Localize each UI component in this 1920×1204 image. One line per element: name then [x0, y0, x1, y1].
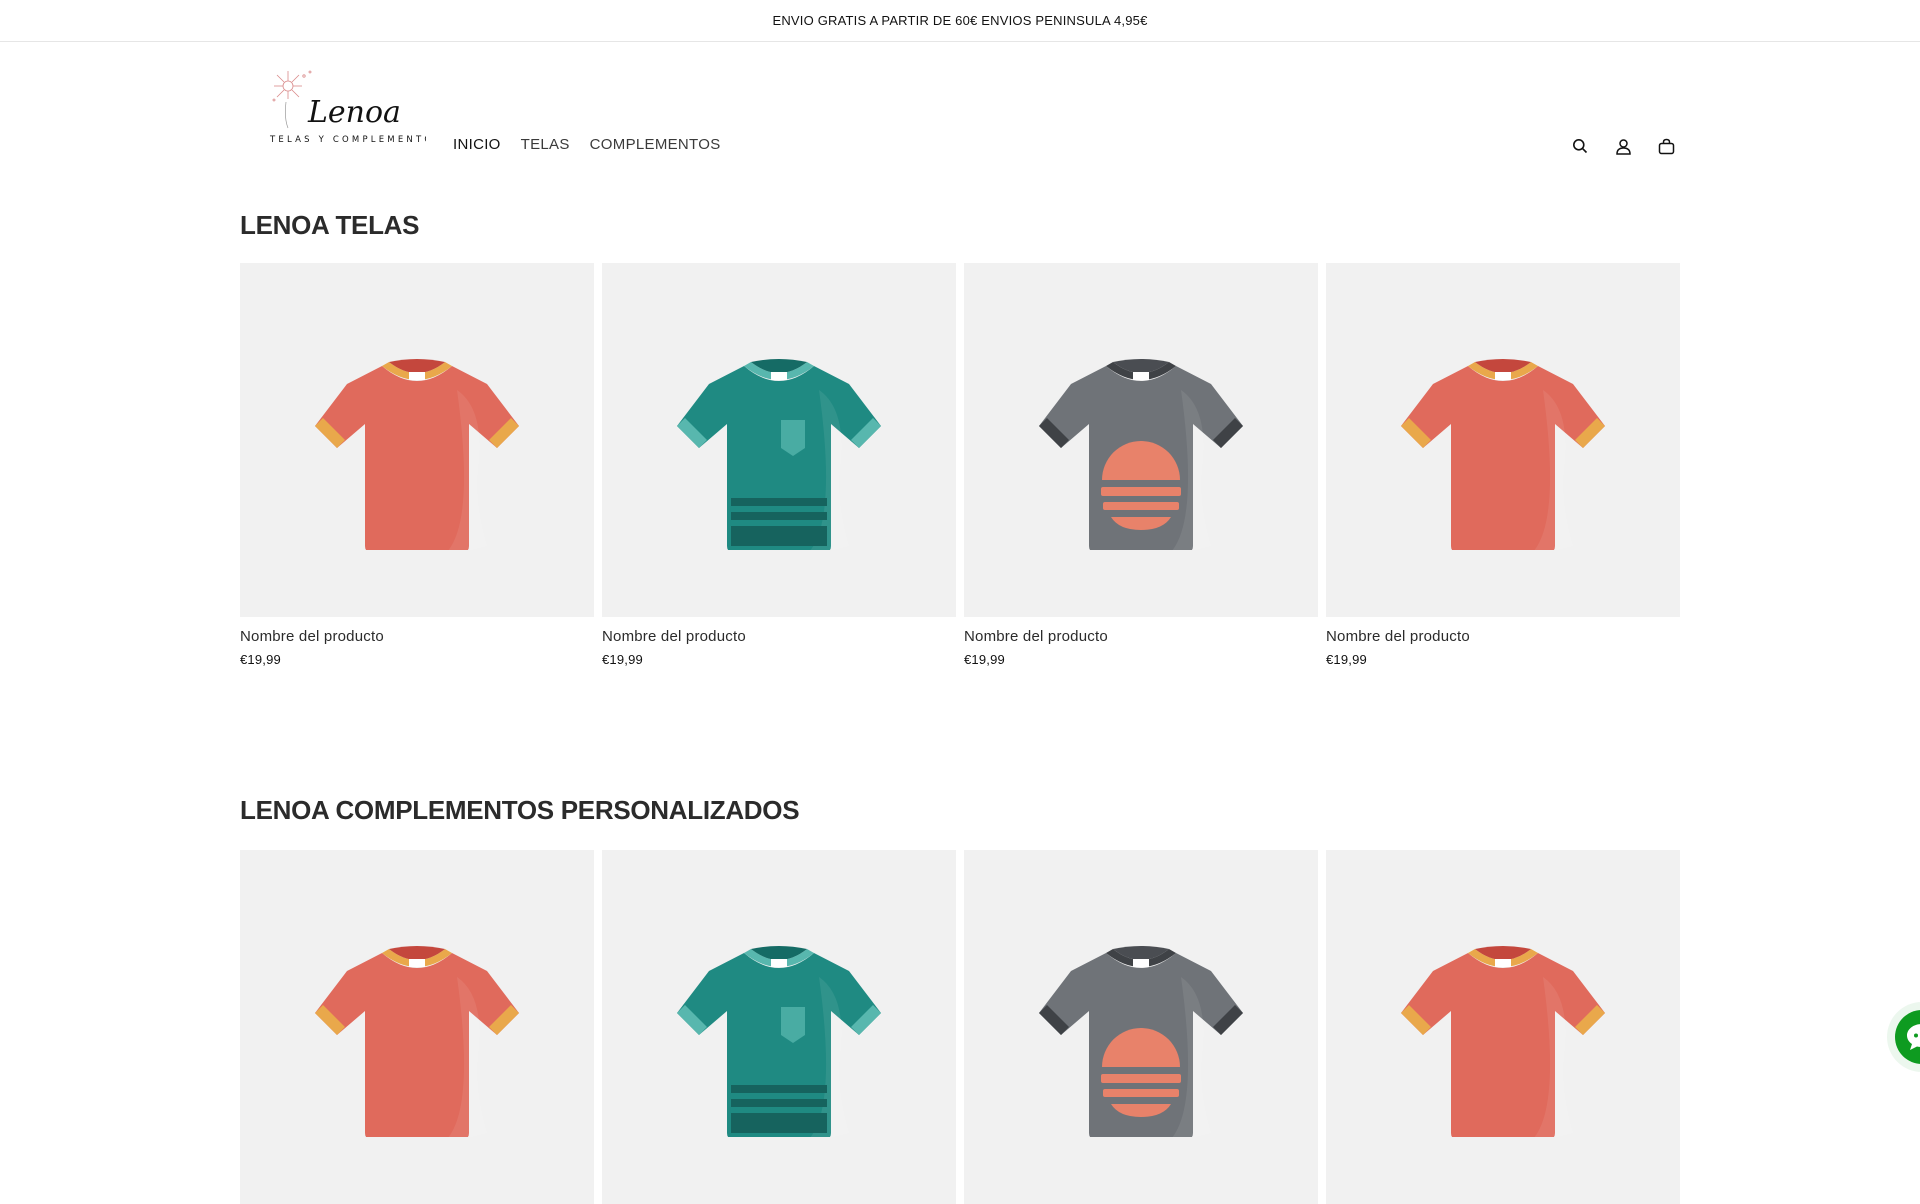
t-shirt-icon: [1039, 359, 1243, 550]
t-shirt-icon: [677, 359, 881, 550]
section-title: LENOA TELAS: [240, 210, 420, 240]
product-image[interactable]: [964, 263, 1318, 617]
product-image[interactable]: [1326, 850, 1680, 1204]
account-icon[interactable]: [1611, 134, 1635, 158]
announcement-text: ENVIO GRATIS A PARTIR DE 60€ ENVIOS PENI…: [772, 13, 1148, 28]
logo[interactable]: Lenoa TELAS Y COMPLEMENTOS: [266, 66, 440, 146]
product-image[interactable]: [602, 263, 956, 617]
product-price: €19,99: [1326, 652, 1367, 667]
logo-mark: Lenoa TELAS Y COMPLEMENTOS: [269, 70, 440, 145]
product-card[interactable]: Nombre del producto €19,99: [964, 263, 1318, 667]
section-lenoa-complementos: LENOA COMPLEMENTOS PERSONALIZADOS: [240, 795, 1680, 1204]
product-card[interactable]: [964, 850, 1318, 1204]
product-name[interactable]: Nombre del producto: [602, 628, 956, 645]
product-image[interactable]: [1326, 263, 1680, 617]
product-name[interactable]: Nombre del producto: [1326, 628, 1680, 645]
cart-icon[interactable]: [1654, 134, 1678, 158]
nav-item-complementos[interactable]: COMPLEMENTOS: [590, 136, 721, 153]
t-shirt-image: [677, 946, 881, 1137]
product-name[interactable]: Nombre del producto: [964, 628, 1318, 645]
nav-item-telas[interactable]: TELAS: [521, 136, 570, 153]
logo-tagline: TELAS Y COMPLEMENTOS: [269, 135, 426, 145]
product-card[interactable]: [1326, 850, 1680, 1204]
search-icon[interactable]: [1568, 134, 1592, 158]
product-card[interactable]: Nombre del producto €19,99: [240, 263, 594, 667]
t-shirt-icon: [1401, 946, 1605, 1137]
nav-item-inicio[interactable]: INICIO: [453, 136, 501, 153]
chat-bubble-icon: [1907, 1024, 1920, 1050]
t-shirt-icon: [677, 946, 881, 1137]
product-price: €19,99: [964, 652, 1005, 667]
product-card[interactable]: Nombre del producto €19,99: [1326, 263, 1680, 667]
product-card[interactable]: Nombre del producto €19,99: [602, 263, 956, 667]
t-shirt-image: [1401, 946, 1605, 1137]
product-grid: [240, 850, 1680, 1204]
logo-wordmark: Lenoa: [307, 95, 401, 130]
t-shirt-image: [677, 359, 881, 550]
main-nav: INICIO TELAS COMPLEMENTOS: [453, 136, 721, 153]
announcement-bar: ENVIO GRATIS A PARTIR DE 60€ ENVIOS PENI…: [0, 0, 1920, 42]
t-shirt-image: [315, 359, 519, 550]
product-price: €19,99: [602, 652, 643, 667]
product-image[interactable]: [964, 850, 1318, 1204]
t-shirt-image: [1039, 946, 1243, 1137]
t-shirt-icon: [315, 359, 519, 550]
t-shirt-image: [1039, 359, 1243, 550]
product-grid: Nombre del producto €19,99 Nombre del pr…: [240, 263, 1680, 667]
section-lenoa-telas: LENOA TELAS Nombre del producto €19,99 N…: [240, 210, 1680, 667]
product-image[interactable]: [240, 263, 594, 617]
t-shirt-icon: [1401, 359, 1605, 550]
t-shirt-image: [1401, 359, 1605, 550]
section-title: LENOA COMPLEMENTOS PERSONALIZADOS: [240, 795, 800, 825]
t-shirt-icon: [315, 946, 519, 1137]
product-name[interactable]: Nombre del producto: [240, 628, 594, 645]
product-image[interactable]: [602, 850, 956, 1204]
chat-widget-button[interactable]: [1895, 1010, 1920, 1064]
t-shirt-icon: [1039, 946, 1243, 1137]
product-card[interactable]: [602, 850, 956, 1204]
product-card[interactable]: [240, 850, 594, 1204]
product-price: €19,99: [240, 652, 281, 667]
site-header: Lenoa TELAS Y COMPLEMENTOS INICIO TELAS …: [0, 42, 1920, 166]
t-shirt-image: [315, 946, 519, 1137]
product-image[interactable]: [240, 850, 594, 1204]
